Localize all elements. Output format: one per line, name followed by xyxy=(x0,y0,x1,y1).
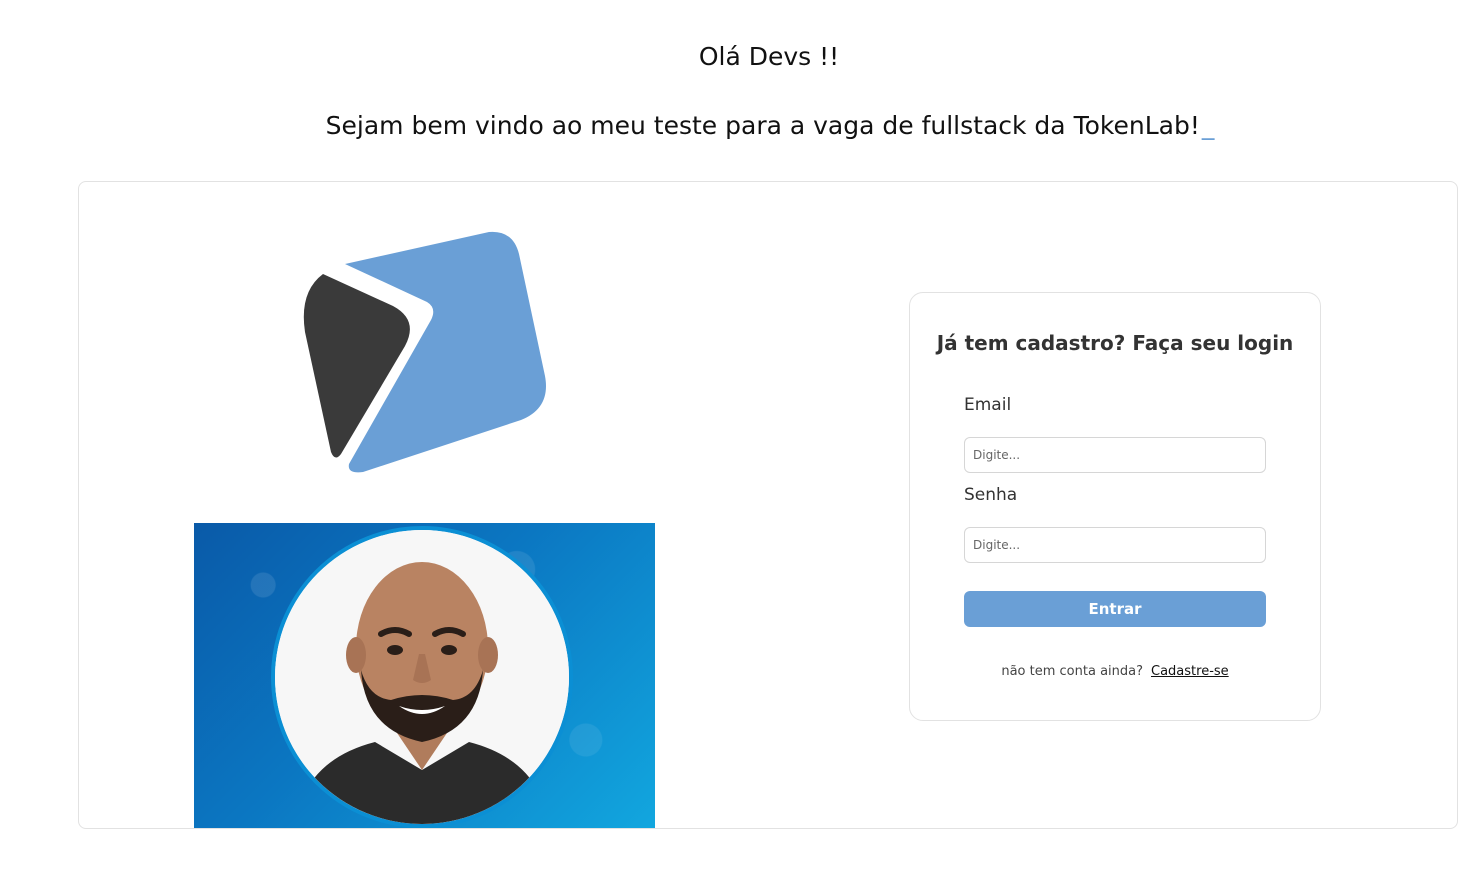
developer-photo xyxy=(194,523,655,828)
typing-cursor: _ xyxy=(1201,111,1215,140)
right-ear-shape xyxy=(478,637,498,673)
person-avatar-icon xyxy=(275,530,569,824)
main-card: Já tem cadastro? Faça seu login Email Se… xyxy=(78,181,1458,829)
welcome-subtitle: Sejam bem vindo ao meu teste para a vaga… xyxy=(0,111,1464,140)
signup-prompt: não tem conta ainda? Cadastre-se xyxy=(910,664,1320,679)
email-label: Email xyxy=(964,395,1012,415)
login-title: Já tem cadastro? Faça seu login xyxy=(936,331,1294,355)
no-account-text: não tem conta ainda? xyxy=(1001,664,1143,679)
welcome-text: Sejam bem vindo ao meu teste para a vaga… xyxy=(325,111,1200,140)
tokenlab-logo-icon xyxy=(301,228,551,478)
login-form: Já tem cadastro? Faça seu login Email Se… xyxy=(909,292,1321,721)
avatar xyxy=(271,526,573,828)
login-submit-button[interactable]: Entrar xyxy=(964,591,1266,627)
greeting-title: Olá Devs !! xyxy=(698,42,840,71)
tokenlab-logo-svg xyxy=(303,231,546,473)
left-ear-shape xyxy=(346,637,366,673)
password-label: Senha xyxy=(964,485,1018,505)
password-field[interactable] xyxy=(964,527,1266,563)
signup-link[interactable]: Cadastre-se xyxy=(1151,664,1229,679)
email-field[interactable] xyxy=(964,437,1266,473)
